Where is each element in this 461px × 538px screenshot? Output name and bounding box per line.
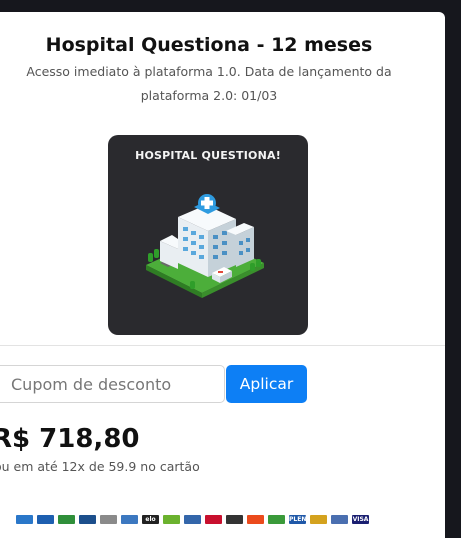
payment-methods: elo PLENO VISA: [16, 515, 369, 524]
bank-icon: [58, 515, 75, 524]
card-icon: [226, 515, 243, 524]
bank-icon: [121, 515, 138, 524]
hipercard-icon: [205, 515, 222, 524]
boleto-icon: [37, 515, 54, 524]
elo-icon: elo: [142, 515, 159, 524]
apply-coupon-button[interactable]: Aplicar: [226, 365, 307, 403]
product-subtitle: Acesso imediato à plataforma 1.0. Data d…: [26, 64, 392, 103]
installments-text: ou em até 12x de 59.9 no cartão: [0, 459, 200, 474]
section-divider: [0, 345, 445, 346]
card-icon: [310, 515, 327, 524]
card-icon: [163, 515, 180, 524]
hospital-building-icon: [146, 194, 264, 298]
pleno-icon: PLENO: [289, 515, 306, 524]
card-icon: [184, 515, 201, 524]
card-icon: [268, 515, 285, 524]
bank-icon: [79, 515, 96, 524]
visa-icon: VISA: [352, 515, 369, 524]
product-image: HOSPITAL QUESTIONA!: [108, 135, 308, 335]
coupon-input[interactable]: [0, 365, 225, 403]
mastercard-icon: [247, 515, 264, 524]
image-caption: HOSPITAL QUESTIONA!: [135, 149, 281, 162]
card-icon: [331, 515, 348, 524]
price: R$ 718,80: [0, 424, 140, 454]
amex-icon: [16, 515, 33, 524]
product-title: Hospital Questiona - 12 meses: [45, 34, 373, 56]
bank-icon: [100, 515, 117, 524]
product-card: Hospital Questiona - 12 meses Acesso ime…: [0, 12, 445, 538]
